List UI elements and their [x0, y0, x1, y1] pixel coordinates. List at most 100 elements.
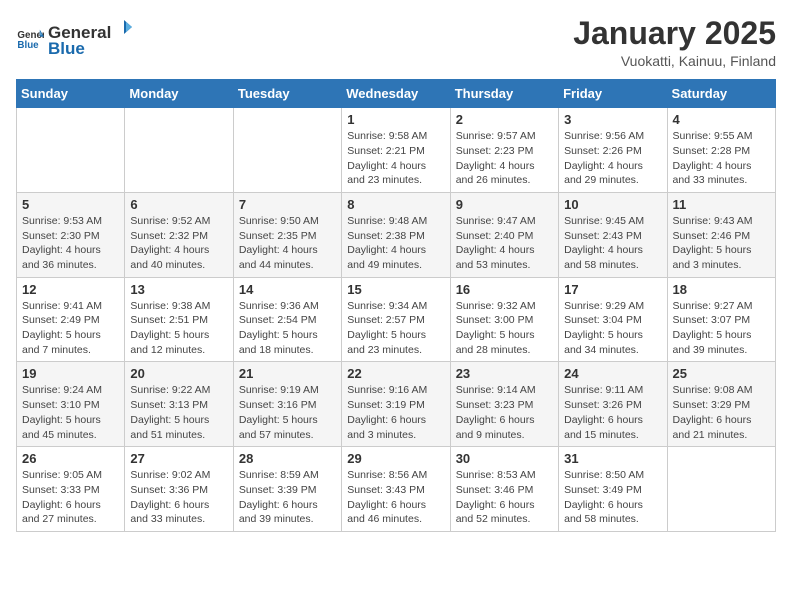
day-info-text: Sunrise: 9:50 AM — [239, 214, 336, 229]
day-info-text: Sunrise: 9:11 AM — [564, 383, 661, 398]
day-info-text: Sunset: 2:23 PM — [456, 144, 553, 159]
calendar-week-row: 1Sunrise: 9:58 AMSunset: 2:21 PMDaylight… — [17, 108, 776, 193]
day-info-text: Sunset: 3:29 PM — [673, 398, 770, 413]
calendar-cell: 1Sunrise: 9:58 AMSunset: 2:21 PMDaylight… — [342, 108, 450, 193]
day-info-text: Sunrise: 9:58 AM — [347, 129, 444, 144]
calendar-cell: 6Sunrise: 9:52 AMSunset: 2:32 PMDaylight… — [125, 192, 233, 277]
calendar-table: SundayMondayTuesdayWednesdayThursdayFrid… — [16, 79, 776, 532]
day-info-text: Sunset: 2:32 PM — [130, 229, 227, 244]
day-info-text: Daylight: 6 hours and 15 minutes. — [564, 413, 661, 442]
logo-icon: General Blue — [16, 24, 44, 52]
calendar-cell: 9Sunrise: 9:47 AMSunset: 2:40 PMDaylight… — [450, 192, 558, 277]
day-info-text: Daylight: 4 hours and 29 minutes. — [564, 159, 661, 188]
calendar-cell: 3Sunrise: 9:56 AMSunset: 2:26 PMDaylight… — [559, 108, 667, 193]
day-info-text: Sunrise: 9:24 AM — [22, 383, 119, 398]
day-info-text: Sunset: 2:43 PM — [564, 229, 661, 244]
day-info-text: Daylight: 5 hours and 39 minutes. — [673, 328, 770, 357]
day-number: 1 — [347, 112, 444, 127]
day-info-text: Daylight: 4 hours and 58 minutes. — [564, 243, 661, 272]
calendar-cell: 7 Sunrise: 9:50 AMSunset: 2:35 PMDaylight… — [233, 192, 341, 277]
day-info-text: Sunset: 3:04 PM — [564, 313, 661, 328]
day-info-text: Sunrise: 9:47 AM — [456, 214, 553, 229]
day-number: 5 — [22, 197, 119, 212]
day-info-text: Daylight: 4 hours and 53 minutes. — [456, 243, 553, 272]
day-info-text: Sunset: 3:19 PM — [347, 398, 444, 413]
day-info-text: Sunset: 3:33 PM — [22, 483, 119, 498]
day-info-text: Daylight: 4 hours and 40 minutes. — [130, 243, 227, 272]
title-block: January 2025 Vuokatti, Kainuu, Finland — [573, 16, 776, 69]
day-info-text: Sunset: 2:30 PM — [22, 229, 119, 244]
day-info-text: Sunrise: 9:48 AM — [347, 214, 444, 229]
day-number: 29 — [347, 451, 444, 466]
weekday-header-row: SundayMondayTuesdayWednesdayThursdayFrid… — [17, 80, 776, 108]
day-number: 10 — [564, 197, 661, 212]
day-info-text: Daylight: 5 hours and 23 minutes. — [347, 328, 444, 357]
day-info-text: Sunrise: 9:29 AM — [564, 299, 661, 314]
day-info-text: Sunrise: 9:38 AM — [130, 299, 227, 314]
day-info-text: Daylight: 5 hours and 28 minutes. — [456, 328, 553, 357]
calendar-cell: 23Sunrise: 9:14 AMSunset: 3:23 PMDayligh… — [450, 362, 558, 447]
calendar-week-row: 26Sunrise: 9:05 AMSunset: 3:33 PMDayligh… — [17, 447, 776, 532]
calendar-cell: 18Sunrise: 9:27 AMSunset: 3:07 PMDayligh… — [667, 277, 775, 362]
day-info-text: Sunset: 2:40 PM — [456, 229, 553, 244]
calendar-cell: 15 Sunrise: 9:34 AMSunset: 2:57 PMDayligh… — [342, 277, 450, 362]
page-header: General Blue General Blue January 2025 V… — [16, 16, 776, 69]
day-info-text: Daylight: 6 hours and 52 minutes. — [456, 498, 553, 527]
day-number: 12 — [22, 282, 119, 297]
day-number: 22 — [347, 366, 444, 381]
day-number: 7 — [239, 197, 336, 212]
day-number: 24 — [564, 366, 661, 381]
day-info-text: Sunset: 2:57 PM — [347, 313, 444, 328]
calendar-cell: 26Sunrise: 9:05 AMSunset: 3:33 PMDayligh… — [17, 447, 125, 532]
day-number: 19 — [22, 366, 119, 381]
weekday-header-sunday: Sunday — [17, 80, 125, 108]
day-info-text: Sunrise: 9:45 AM — [564, 214, 661, 229]
calendar-cell: 31Sunrise: 8:50 AMSunset: 3:49 PMDayligh… — [559, 447, 667, 532]
weekday-header-monday: Monday — [125, 80, 233, 108]
day-info-text: Sunset: 3:46 PM — [456, 483, 553, 498]
day-info-text: Sunrise: 9:53 AM — [22, 214, 119, 229]
day-info-text: Sunset: 3:16 PM — [239, 398, 336, 413]
calendar-cell: 12Sunrise: 9:41 AMSunset: 2:49 PMDayligh… — [17, 277, 125, 362]
day-info-text: Sunrise: 8:53 AM — [456, 468, 553, 483]
day-number: 28 — [239, 451, 336, 466]
calendar-cell: 27Sunrise: 9:02 AMSunset: 3:36 PMDayligh… — [125, 447, 233, 532]
calendar-cell: 30 Sunrise: 8:53 AMSunset: 3:46 PMDayligh… — [450, 447, 558, 532]
day-info-text: Sunrise: 8:50 AM — [564, 468, 661, 483]
calendar-cell: 22Sunrise: 9:16 AMSunset: 3:19 PMDayligh… — [342, 362, 450, 447]
day-info-text: Sunset: 2:46 PM — [673, 229, 770, 244]
day-info-text: Daylight: 4 hours and 49 minutes. — [347, 243, 444, 272]
calendar-cell: 10 Sunrise: 9:45 AMSunset: 2:43 PMDayligh… — [559, 192, 667, 277]
day-info-text: Daylight: 6 hours and 21 minutes. — [673, 413, 770, 442]
day-info-text: Sunrise: 9:36 AM — [239, 299, 336, 314]
day-number: 8 — [347, 197, 444, 212]
day-info-text: Sunrise: 9:22 AM — [130, 383, 227, 398]
day-info-text: Daylight: 5 hours and 12 minutes. — [130, 328, 227, 357]
day-info-text: Sunrise: 9:34 AM — [347, 299, 444, 314]
day-info-text: Sunset: 2:35 PM — [239, 229, 336, 244]
calendar-cell: 24Sunrise: 9:11 AMSunset: 3:26 PMDayligh… — [559, 362, 667, 447]
day-info-text: Sunrise: 9:41 AM — [22, 299, 119, 314]
day-info-text: Daylight: 5 hours and 7 minutes. — [22, 328, 119, 357]
day-number: 23 — [456, 366, 553, 381]
day-info-text: Sunrise: 9:02 AM — [130, 468, 227, 483]
day-number: 18 — [673, 282, 770, 297]
calendar-subtitle: Vuokatti, Kainuu, Finland — [573, 53, 776, 69]
day-info-text: Sunset: 3:23 PM — [456, 398, 553, 413]
day-info-text: Daylight: 6 hours and 27 minutes. — [22, 498, 119, 527]
weekday-header-thursday: Thursday — [450, 80, 558, 108]
weekday-header-saturday: Saturday — [667, 80, 775, 108]
day-number: 15 — [347, 282, 444, 297]
day-number: 17 — [564, 282, 661, 297]
calendar-cell: 11Sunrise: 9:43 AMSunset: 2:46 PMDayligh… — [667, 192, 775, 277]
day-number: 30 — [456, 451, 553, 466]
day-number: 20 — [130, 366, 227, 381]
day-info-text: Daylight: 6 hours and 9 minutes. — [456, 413, 553, 442]
day-info-text: Daylight: 6 hours and 33 minutes. — [130, 498, 227, 527]
day-info-text: Sunset: 2:51 PM — [130, 313, 227, 328]
day-info-text: Sunset: 2:38 PM — [347, 229, 444, 244]
day-info-text: Sunrise: 9:08 AM — [673, 383, 770, 398]
day-info-text: Daylight: 6 hours and 39 minutes. — [239, 498, 336, 527]
day-number: 21 — [239, 366, 336, 381]
day-info-text: Daylight: 4 hours and 44 minutes. — [239, 243, 336, 272]
